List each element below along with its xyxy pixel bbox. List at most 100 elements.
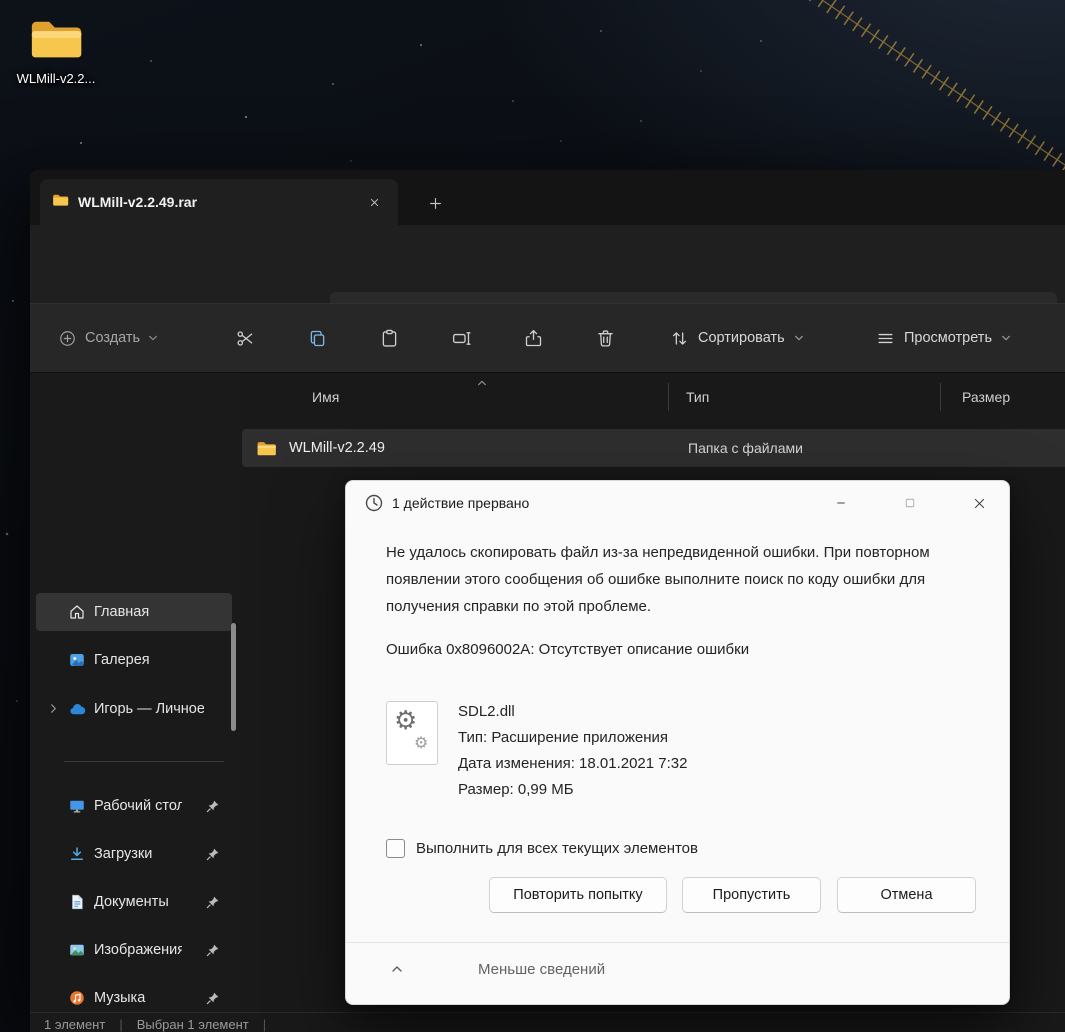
interrupted-action-clock-icon bbox=[364, 493, 384, 513]
new-tab-button[interactable] bbox=[422, 190, 448, 216]
pin-icon bbox=[206, 991, 220, 1005]
sidebar-item-gallery[interactable]: Галерея bbox=[36, 641, 232, 679]
desktop-folder-icon bbox=[68, 797, 86, 815]
column-header-type[interactable]: Тип bbox=[686, 389, 709, 405]
status-divider: | bbox=[119, 1017, 123, 1032]
copy-error-dialog: 1 действие прервано Не удалось скопирова… bbox=[345, 480, 1010, 1005]
dialog-title-bar[interactable]: 1 действие прервано bbox=[346, 481, 1009, 525]
scissors-icon bbox=[236, 330, 252, 346]
sidebar-item-label: Главная bbox=[94, 604, 150, 620]
view-lines-icon bbox=[878, 333, 893, 343]
sidebar-item-documents[interactable]: Документы bbox=[36, 883, 232, 921]
dll-file-icon: ⚙ ⚙ bbox=[386, 701, 438, 765]
status-bar: 1 элемент | Выбран 1 элемент | bbox=[30, 1012, 1065, 1032]
dialog-minimize-button[interactable] bbox=[818, 488, 864, 518]
documents-icon bbox=[68, 893, 86, 911]
rename-button[interactable] bbox=[441, 318, 481, 358]
archive-folder-icon bbox=[52, 193, 69, 212]
dialog-file-name: SDL2.dll bbox=[458, 703, 515, 720]
sidebar-item-pictures[interactable]: Изображения bbox=[36, 931, 232, 969]
tab-close-button[interactable] bbox=[362, 190, 386, 214]
cut-button[interactable] bbox=[225, 318, 265, 358]
tab-title: WLMill-v2.2.49.rar bbox=[78, 194, 198, 210]
pin-icon bbox=[206, 847, 220, 861]
fewer-details-toggle[interactable]: Меньше сведений bbox=[346, 943, 1009, 1004]
fewer-details-label: Меньше сведений bbox=[478, 961, 606, 978]
retry-button[interactable]: Повторить попытку bbox=[489, 877, 667, 913]
dialog-title: 1 действие прервано bbox=[392, 495, 530, 511]
sort-button[interactable]: Сортировать bbox=[670, 304, 804, 372]
sidebar-scrollbar[interactable] bbox=[231, 623, 236, 731]
wallpaper-stars bbox=[0, 0, 2, 2]
pin-icon bbox=[206, 943, 220, 957]
dialog-maximize-button[interactable] bbox=[887, 488, 933, 518]
close-icon bbox=[370, 198, 378, 206]
status-item-count: 1 элемент bbox=[44, 1017, 106, 1032]
skip-button[interactable]: Пропустить bbox=[682, 877, 821, 913]
sidebar-item-onedrive[interactable]: Игорь — Личное bbox=[36, 690, 232, 728]
folder-icon bbox=[28, 21, 84, 66]
pictures-icon bbox=[68, 941, 86, 959]
cancel-button[interactable]: Отмена bbox=[837, 877, 976, 913]
chevron-up-icon bbox=[390, 963, 404, 975]
file-row-wlmill-folder[interactable]: WLMill-v2.2.49 Папка с файлами bbox=[242, 429, 1065, 467]
tab-strip: WLMill-v2.2.49.rar bbox=[30, 170, 1065, 225]
error-message: Не удалось скопировать файл из-за непред… bbox=[386, 544, 930, 615]
apply-to-all-label: Выполнить для всех текущих элементов bbox=[416, 840, 698, 857]
sort-arrows-icon bbox=[672, 331, 687, 345]
paste-icon bbox=[382, 329, 396, 347]
paste-button[interactable] bbox=[369, 318, 409, 358]
sidebar-divider bbox=[64, 761, 224, 762]
view-button[interactable]: Просмотреть bbox=[876, 304, 1011, 372]
error-code-line: Ошибка 0x8096002A: Отсутствует описание … bbox=[386, 641, 750, 658]
sort-direction-icon bbox=[476, 375, 488, 393]
copy-button[interactable] bbox=[297, 318, 337, 358]
chevron-down-icon bbox=[149, 335, 158, 341]
rename-icon bbox=[452, 331, 471, 345]
sort-label: Сортировать bbox=[698, 330, 785, 346]
pin-icon bbox=[206, 799, 220, 813]
navigation-pane: Главная Галерея Игорь — Личное Рабочий с… bbox=[30, 373, 240, 1010]
chevron-down-icon bbox=[1002, 335, 1010, 341]
navigation-bar: Загрузки WLMill-v2.2.49.rar bbox=[30, 225, 1065, 337]
gear-icon: ⚙ bbox=[414, 733, 429, 752]
dialog-close-button[interactable] bbox=[956, 488, 1002, 518]
close-icon bbox=[974, 498, 984, 508]
sidebar-item-label: Галерея bbox=[94, 652, 150, 668]
desktop: WLMill-v2.2... WLMill-v2.2.49.rar Создат… bbox=[0, 0, 1065, 1032]
file-name: WLMill-v2.2.49 bbox=[289, 440, 385, 456]
create-new-button[interactable]: Создать bbox=[58, 304, 158, 372]
minimize-icon bbox=[837, 502, 845, 504]
dialog-file-type: Тип: Расширение приложения bbox=[458, 729, 669, 746]
copy-icon bbox=[310, 330, 324, 346]
column-divider[interactable] bbox=[940, 383, 941, 411]
tab-wlmill-rar[interactable]: WLMill-v2.2.49.rar bbox=[40, 179, 398, 225]
gear-icon: ⚙ bbox=[394, 706, 418, 736]
column-header-size[interactable]: Размер bbox=[962, 389, 1010, 405]
chevron-down-icon bbox=[794, 335, 803, 341]
onedrive-cloud-icon bbox=[68, 700, 87, 719]
view-label: Просмотреть bbox=[904, 330, 992, 346]
sidebar-item-label: Документы bbox=[94, 894, 169, 910]
dialog-file-size: Размер: 0,99 МБ bbox=[458, 781, 574, 798]
delete-button[interactable] bbox=[585, 318, 625, 358]
plus-icon bbox=[429, 197, 441, 209]
sidebar-item-downloads[interactable]: Загрузки bbox=[36, 835, 232, 873]
sidebar-item-label: Игорь — Личное bbox=[94, 701, 204, 717]
desktop-shortcut-wlmill[interactable]: WLMill-v2.2... bbox=[8, 16, 104, 86]
dialog-file-modified: Дата изменения: 18.01.2021 7:32 bbox=[458, 755, 688, 772]
sidebar-item-desktop[interactable]: Рабочий стол bbox=[36, 787, 232, 825]
create-new-label: Создать bbox=[85, 330, 141, 346]
sidebar-item-label: Загрузки bbox=[94, 846, 153, 862]
trash-icon bbox=[597, 329, 613, 347]
column-divider[interactable] bbox=[668, 383, 669, 411]
status-selected-count: Выбран 1 элемент bbox=[136, 1017, 249, 1032]
pin-icon bbox=[206, 895, 220, 909]
sidebar-item-home[interactable]: Главная bbox=[36, 593, 232, 631]
share-button[interactable] bbox=[513, 318, 553, 358]
maximize-icon bbox=[905, 498, 915, 508]
column-header-name[interactable]: Имя bbox=[312, 389, 339, 405]
apply-to-all-checkbox[interactable] bbox=[386, 839, 405, 858]
chevron-right-icon[interactable] bbox=[48, 703, 59, 714]
gallery-icon bbox=[68, 651, 86, 669]
